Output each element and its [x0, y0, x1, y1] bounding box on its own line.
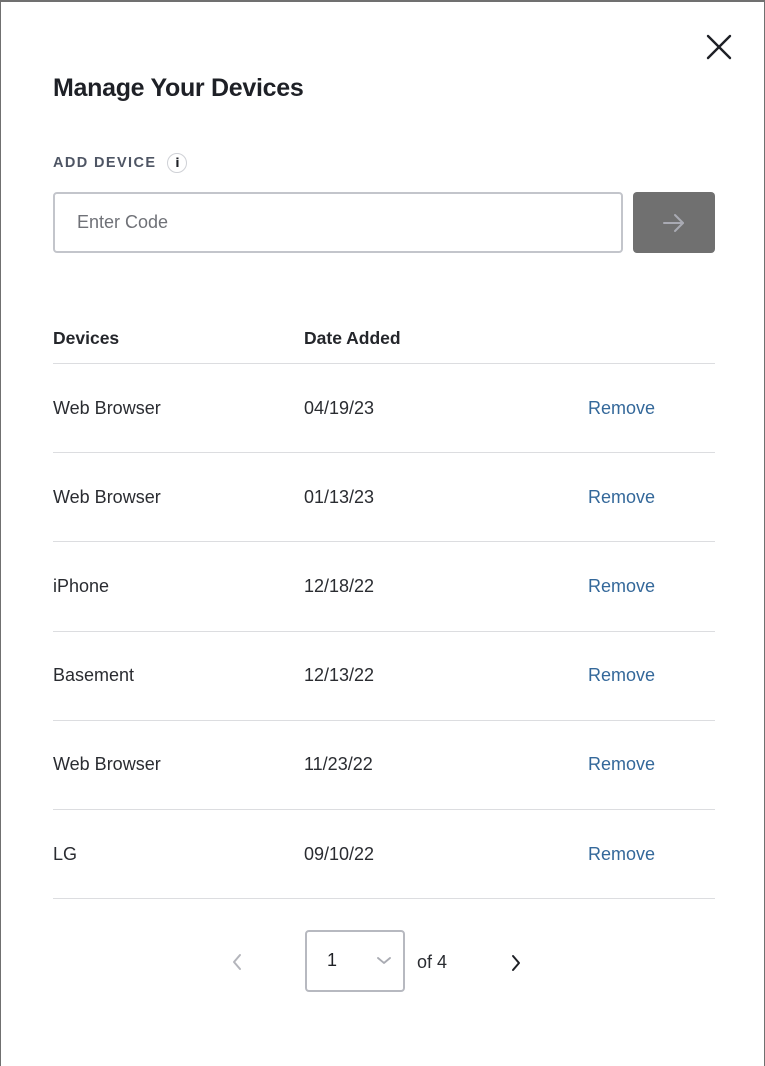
- chevron-right-icon: [512, 955, 520, 971]
- remove-device-link[interactable]: Remove: [588, 487, 655, 507]
- device-name: Basement: [53, 665, 135, 686]
- table-row: LG 09/10/22 Remove: [53, 810, 715, 900]
- chevron-down-icon: [377, 957, 391, 964]
- current-page-value: 1: [327, 950, 338, 970]
- column-header-date-added: Date Added: [304, 328, 401, 348]
- add-device-label: ADD DEVICE: [53, 155, 157, 171]
- next-page-button[interactable]: [504, 951, 528, 975]
- page-title: Manage Your Devices: [53, 74, 304, 102]
- remove-device-link[interactable]: Remove: [588, 576, 655, 596]
- date-added: 09/10/22: [304, 843, 375, 864]
- table-row: Web Browser 04/19/23 Remove: [53, 364, 715, 454]
- device-name: LG: [53, 843, 78, 864]
- device-name: Web Browser: [53, 754, 161, 775]
- date-added: 04/19/23: [304, 397, 375, 418]
- table-row: Basement 12/13/22 Remove: [53, 632, 715, 721]
- remove-device-link[interactable]: Remove: [588, 844, 655, 864]
- submit-code-button[interactable]: [633, 192, 715, 253]
- date-added: 01/13/23: [304, 486, 375, 507]
- pagination: 1 of 4: [1, 930, 765, 992]
- table-row: Web Browser 01/13/23 Remove: [53, 453, 715, 543]
- previous-page-button[interactable]: [225, 950, 249, 974]
- add-device-section-label: ADD DEVICE i: [53, 153, 188, 173]
- device-name: Web Browser: [53, 486, 161, 507]
- table-row: Web Browser 11/23/22 Remove: [53, 721, 715, 810]
- page-select-dropdown[interactable]: 1: [305, 930, 405, 992]
- date-added: 12/18/22: [304, 575, 375, 596]
- table-header: Devices Date Added: [53, 314, 715, 364]
- table-row: iPhone 12/18/22 Remove: [53, 542, 715, 632]
- remove-device-link[interactable]: Remove: [588, 665, 655, 685]
- chevron-left-icon: [233, 954, 241, 970]
- close-icon: [706, 34, 732, 60]
- column-header-devices: Devices: [53, 328, 120, 348]
- device-name: Web Browser: [53, 397, 161, 418]
- remove-device-link[interactable]: Remove: [588, 754, 655, 774]
- remove-device-link[interactable]: Remove: [588, 398, 655, 418]
- date-added: 12/13/22: [304, 665, 375, 686]
- enter-code-input[interactable]: [53, 192, 623, 253]
- date-added: 11/23/22: [304, 754, 373, 775]
- devices-table: Devices Date Added Web Browser 04/19/23 …: [53, 314, 715, 900]
- close-button[interactable]: [705, 33, 733, 61]
- total-pages-label: of 4: [417, 952, 448, 972]
- device-name: iPhone: [53, 575, 110, 596]
- arrow-right-icon: [663, 213, 684, 232]
- manage-devices-modal: Manage Your Devices ADD DEVICE i Devices…: [0, 0, 765, 1066]
- info-icon[interactable]: i: [167, 153, 188, 173]
